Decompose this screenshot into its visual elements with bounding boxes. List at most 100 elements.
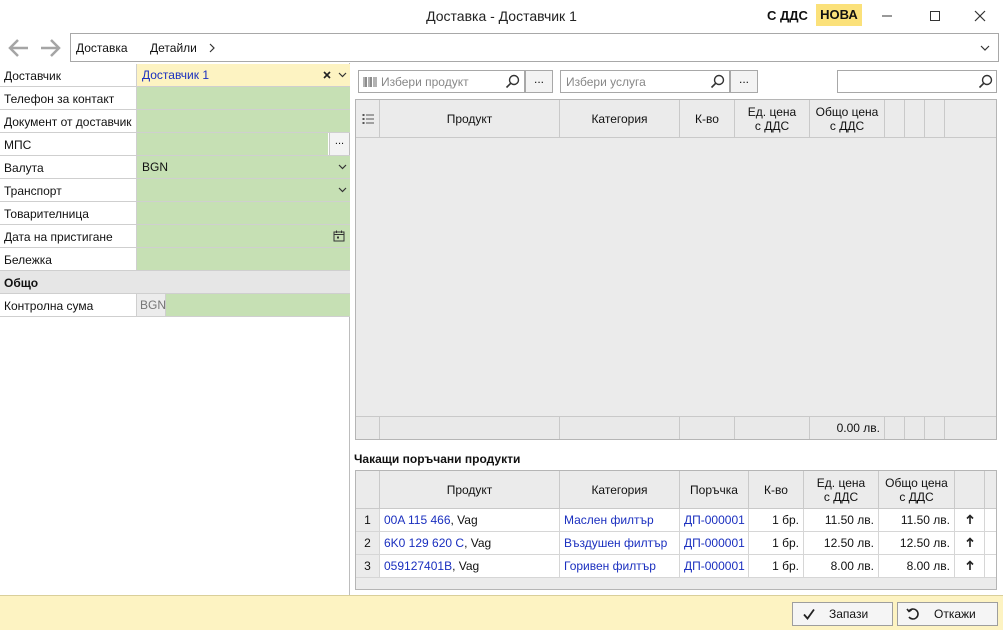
add-to-delivery-button[interactable]	[955, 555, 985, 577]
save-button[interactable]: Запази	[792, 602, 893, 626]
column-header-qty[interactable]: К-во	[680, 100, 735, 138]
add-to-delivery-button[interactable]	[955, 509, 985, 531]
mps-browse-button[interactable]: ...	[329, 133, 349, 155]
form-row-currency: Валута BGN	[0, 156, 350, 179]
mps-input[interactable]	[136, 133, 328, 155]
table-row[interactable]: 3 059127401B, Vag Горивен филтър ДП-0000…	[356, 555, 996, 578]
note-input[interactable]	[136, 248, 350, 270]
breadcrumb[interactable]: Доставка Детайли	[70, 33, 999, 62]
total-price-cell: 12.50 лв.	[879, 532, 955, 554]
column-header-category[interactable]: Категория	[560, 100, 680, 138]
column-header-extra-1	[885, 100, 905, 138]
chevron-down-icon[interactable]	[338, 72, 347, 78]
category-link[interactable]: Маслен филтър	[560, 509, 680, 531]
category-link[interactable]: Въздушен филтър	[560, 532, 680, 554]
phone-input[interactable]	[136, 87, 350, 109]
status-badge: НОВА	[816, 4, 862, 26]
checkmark-icon	[803, 608, 815, 620]
items-grid: Продукт Категория К-во Ед. цена с ДДС Об…	[355, 99, 997, 440]
column-list-icon	[362, 114, 374, 124]
product-brand: , Vag	[450, 513, 478, 527]
product-code-link[interactable]: 00A 115 466	[384, 513, 451, 527]
column-header-unit-price[interactable]: Ед. цена с ДДС	[735, 100, 810, 138]
minimize-button[interactable]	[864, 0, 910, 32]
add-to-delivery-button[interactable]	[955, 532, 985, 554]
close-window-button[interactable]	[957, 0, 1003, 32]
column-header-category[interactable]: Категория	[560, 471, 680, 509]
row-number: 2	[356, 532, 380, 554]
column-header-order[interactable]: Поръчка	[680, 471, 749, 509]
breadcrumb-item-delivery[interactable]: Доставка	[76, 41, 128, 55]
supplier-field[interactable]: Доставчик 1	[136, 64, 350, 86]
column-header-product[interactable]: Продукт	[380, 471, 560, 509]
supplier-value[interactable]: Доставчик 1	[142, 68, 209, 82]
chevron-down-icon[interactable]	[338, 164, 347, 170]
note-label: Бележка	[4, 253, 52, 267]
phone-label: Телефон за контакт	[4, 92, 115, 106]
footer-cell	[735, 416, 810, 439]
document-input[interactable]	[136, 110, 350, 132]
checksum-currency: BGN	[136, 294, 166, 316]
column-header-product[interactable]: Продукт	[380, 100, 560, 138]
clear-icon[interactable]	[323, 71, 331, 79]
table-row[interactable]: 1 00A 115 466, Vag Маслен филтър ДП-0000…	[356, 509, 996, 532]
product-cell: 00A 115 466, Vag	[380, 509, 560, 531]
title-bar: Доставка - Доставчик 1 С ДДС НОВА	[0, 0, 1003, 32]
total-price-cell: 11.50 лв.	[879, 509, 955, 531]
maximize-icon	[930, 11, 940, 21]
transport-select[interactable]	[136, 179, 350, 201]
column-header-unit-price[interactable]: Ед. цена с ДДС	[804, 471, 879, 509]
chevron-down-icon[interactable]	[338, 187, 347, 193]
vat-toggle[interactable]: С ДДС	[767, 8, 808, 23]
chevron-right-icon	[209, 43, 215, 53]
column-header-extra-2	[905, 100, 925, 138]
form-row-document: Документ от доставчик	[0, 110, 350, 133]
column-header-qty[interactable]: К-во	[749, 471, 804, 509]
back-button[interactable]	[6, 36, 32, 60]
chevron-down-icon[interactable]	[980, 44, 990, 52]
form-row-phone: Телефон за контакт	[0, 87, 350, 110]
forward-button[interactable]	[37, 36, 63, 60]
column-header-total-price[interactable]: Общо цена с ДДС	[810, 100, 885, 138]
qty-cell: 1 бр.	[749, 555, 804, 577]
maximize-button[interactable]	[912, 0, 958, 32]
category-link[interactable]: Горивен филтър	[560, 555, 680, 577]
filter-search-input[interactable]	[837, 70, 997, 93]
pending-products-title: Чакащи поръчани продукти	[354, 452, 521, 466]
arrow-left-icon	[8, 39, 28, 57]
currency-select[interactable]: BGN	[136, 156, 350, 178]
search-icon[interactable]	[505, 74, 520, 89]
arrival-date-label: Дата на пристигане	[4, 230, 113, 244]
order-link[interactable]: ДП-000001	[680, 509, 749, 531]
unit-price-cell: 8.00 лв.	[804, 555, 879, 577]
order-link[interactable]: ДП-000001	[680, 555, 749, 577]
arrival-date-input[interactable]	[136, 225, 350, 247]
currency-value: BGN	[142, 160, 169, 174]
unit-price-cell: 11.50 лв.	[804, 509, 879, 531]
waybill-input[interactable]	[136, 202, 350, 224]
search-icon[interactable]	[978, 74, 993, 89]
minimize-icon	[882, 15, 892, 17]
calendar-icon[interactable]	[333, 230, 345, 242]
close-icon	[974, 10, 986, 22]
service-browse-button[interactable]: ...	[730, 70, 758, 93]
checksum-input[interactable]	[136, 294, 350, 316]
checksum-label: Контролна сума	[4, 299, 94, 313]
product-browse-button[interactable]: ...	[525, 70, 553, 93]
product-code-link[interactable]: 6K0 129 620 C	[384, 536, 464, 550]
form-row-note: Бележка	[0, 248, 350, 271]
cancel-button[interactable]: Откажи	[897, 602, 998, 626]
footer-cell	[380, 416, 560, 439]
details-form: Доставчик Доставчик 1 Телефон за контакт…	[0, 63, 350, 595]
search-icon[interactable]	[710, 74, 725, 89]
table-row[interactable]: 2 6K0 129 620 C, Vag Въздушен филтър ДП-…	[356, 532, 996, 555]
service-search-input[interactable]: Избери услуга	[560, 70, 730, 93]
transport-label: Транспорт	[4, 184, 62, 198]
column-header-total-price[interactable]: Общо цена с ДДС	[879, 471, 955, 509]
column-header-row-number	[356, 471, 380, 509]
order-link[interactable]: ДП-000001	[680, 532, 749, 554]
breadcrumb-item-details[interactable]: Детайли	[150, 41, 197, 55]
column-chooser-button[interactable]	[356, 100, 380, 138]
product-search-input[interactable]: Избери продукт	[358, 70, 525, 93]
product-code-link[interactable]: 059127401B	[384, 559, 452, 573]
